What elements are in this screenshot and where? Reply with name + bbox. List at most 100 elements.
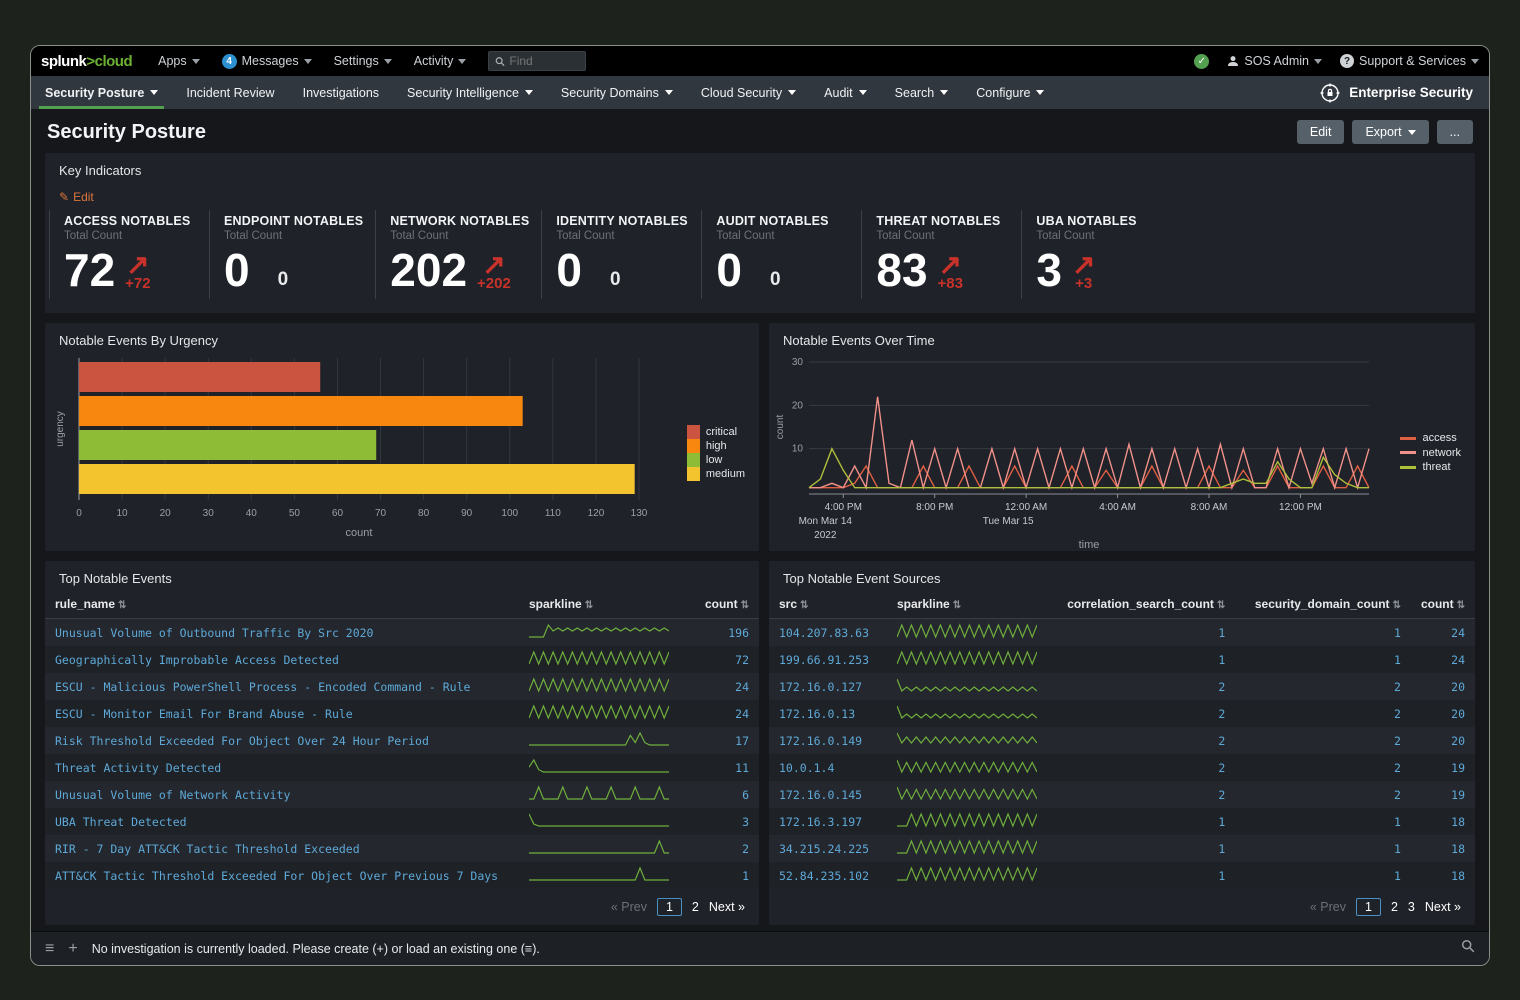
export-button[interactable]: Export <box>1352 120 1428 144</box>
nav-item-security-intelligence[interactable]: Security Intelligence <box>393 76 547 109</box>
table-row[interactable]: Unusual Volume of Network Activity6 <box>45 781 759 808</box>
page-3-button[interactable]: 3 <box>1408 900 1415 914</box>
page-1-button[interactable]: 1 <box>1356 898 1381 916</box>
table-row[interactable]: ESCU - Monitor Email For Brand Abuse - R… <box>45 700 759 727</box>
count-cell[interactable]: 20 <box>1411 727 1475 754</box>
src-link[interactable]: 10.0.1.4 <box>769 754 887 781</box>
table-row[interactable]: Geographically Improbable Access Detecte… <box>45 646 759 673</box>
settings-menu[interactable]: Settings <box>334 54 392 68</box>
kpi-access-notables[interactable]: ACCESS NOTABLESTotal Count72↗+72 <box>49 210 209 299</box>
legend-item-network[interactable]: network <box>1400 446 1461 460</box>
count-cell[interactable]: 24 <box>689 673 759 700</box>
count-cell[interactable]: 17 <box>689 727 759 754</box>
count-cell[interactable]: 2 <box>1235 781 1411 808</box>
sort-icon[interactable]: ⇅ <box>1457 600 1465 611</box>
table-row[interactable]: ATT&CK Tactic Threshold Exceeded For Obj… <box>45 862 759 889</box>
table-row[interactable]: 52.84.235.1021118 <box>769 862 1475 889</box>
find-input[interactable] <box>509 54 579 68</box>
count-cell[interactable]: 1 <box>689 862 759 889</box>
count-cell[interactable]: 2 <box>689 835 759 862</box>
count-cell[interactable]: 2 <box>1047 727 1235 754</box>
count-cell[interactable]: 1 <box>1235 835 1411 862</box>
edit-button[interactable]: Edit <box>1297 120 1345 144</box>
support-menu[interactable]: ? Support & Services <box>1340 54 1479 68</box>
add-investigation-icon[interactable]: + <box>68 940 77 958</box>
count-cell[interactable]: 24 <box>689 700 759 727</box>
count-cell[interactable]: 1 <box>1047 862 1235 889</box>
count-cell[interactable]: 3 <box>689 808 759 835</box>
col-src[interactable]: src⇅ <box>769 590 887 619</box>
more-options-button[interactable]: ... <box>1437 120 1473 144</box>
count-cell[interactable]: 2 <box>1047 700 1235 727</box>
count-cell[interactable]: 2 <box>1235 727 1411 754</box>
count-cell[interactable]: 1 <box>1235 862 1411 889</box>
table-row[interactable]: 172.16.0.132220 <box>769 700 1475 727</box>
kpi-uba-notables[interactable]: UBA NOTABLESTotal Count3↗+3 <box>1021 210 1181 299</box>
nav-item-security-posture[interactable]: Security Posture <box>31 76 172 109</box>
prev-page-button[interactable]: « Prev <box>611 900 647 914</box>
table-row[interactable]: 172.16.0.1272220 <box>769 673 1475 700</box>
nav-item-incident-review[interactable]: Incident Review <box>172 76 288 109</box>
col-count[interactable]: count⇅ <box>1411 590 1475 619</box>
rule-name-link[interactable]: Threat Activity Detected <box>45 754 519 781</box>
count-cell[interactable]: 11 <box>689 754 759 781</box>
sort-icon[interactable]: ⇅ <box>1393 600 1401 611</box>
rule-name-link[interactable]: ATT&CK Tactic Threshold Exceeded For Obj… <box>45 862 519 889</box>
count-cell[interactable]: 20 <box>1411 673 1475 700</box>
table-row[interactable]: 104.207.83.631124 <box>769 619 1475 647</box>
rule-name-link[interactable]: ESCU - Malicious PowerShell Process - En… <box>45 673 519 700</box>
nav-item-investigations[interactable]: Investigations <box>289 76 393 109</box>
count-cell[interactable]: 1 <box>1235 808 1411 835</box>
nav-item-configure[interactable]: Configure <box>962 76 1058 109</box>
legend-item-high[interactable]: high <box>687 439 745 453</box>
activity-menu[interactable]: Activity <box>414 54 467 68</box>
apps-menu[interactable]: Apps <box>158 54 200 68</box>
rule-name-link[interactable]: Unusual Volume of Outbound Traffic By Sr… <box>45 619 519 647</box>
src-link[interactable]: 199.66.91.253 <box>769 646 887 673</box>
table-row[interactable]: 172.16.3.1971118 <box>769 808 1475 835</box>
table-row[interactable]: UBA Threat Detected 3 <box>45 808 759 835</box>
page-2-button[interactable]: 2 <box>1391 900 1398 914</box>
count-cell[interactable]: 1 <box>1047 646 1235 673</box>
sort-icon[interactable]: ⇅ <box>800 600 808 611</box>
nav-item-cloud-security[interactable]: Cloud Security <box>687 76 810 109</box>
rule-name-link[interactable]: UBA Threat Detected <box>45 808 519 835</box>
sort-icon[interactable]: ⇅ <box>953 600 961 611</box>
legend-item-access[interactable]: access <box>1400 431 1461 445</box>
count-cell[interactable]: 18 <box>1411 808 1475 835</box>
col-count[interactable]: count⇅ <box>689 590 759 619</box>
messages-menu[interactable]: 4 Messages <box>222 54 312 69</box>
col-sparkline[interactable]: sparkline⇅ <box>519 590 689 619</box>
rule-name-link[interactable]: Risk Threshold Exceeded For Object Over … <box>45 727 519 754</box>
count-cell[interactable]: 1 <box>1235 646 1411 673</box>
next-page-button[interactable]: Next » <box>709 900 745 914</box>
overtime-line-chart[interactable]: 1020304:00 PMMon Mar 1420228:00 PM12:00 … <box>773 352 1413 552</box>
table-row[interactable]: Unusual Volume of Outbound Traffic By Sr… <box>45 619 759 647</box>
table-row[interactable]: 172.16.0.1452219 <box>769 781 1475 808</box>
count-cell[interactable]: 18 <box>1411 835 1475 862</box>
nav-item-security-domains[interactable]: Security Domains <box>547 76 687 109</box>
col-rule-name[interactable]: rule_name⇅ <box>45 590 519 619</box>
prev-page-button[interactable]: « Prev <box>1310 900 1346 914</box>
table-row[interactable]: 172.16.0.1492220 <box>769 727 1475 754</box>
table-row[interactable]: 10.0.1.42219 <box>769 754 1475 781</box>
table-row[interactable]: Threat Activity Detected 11 <box>45 754 759 781</box>
nav-item-audit[interactable]: Audit <box>810 76 881 109</box>
count-cell[interactable]: 24 <box>1411 646 1475 673</box>
col-correlation-search-count[interactable]: correlation_search_count⇅ <box>1047 590 1235 619</box>
col-security-domain-count[interactable]: security_domain_count⇅ <box>1235 590 1411 619</box>
src-link[interactable]: 34.215.24.225 <box>769 835 887 862</box>
kpi-threat-notables[interactable]: THREAT NOTABLESTotal Count83↗+83 <box>861 210 1021 299</box>
count-cell[interactable]: 1 <box>1047 808 1235 835</box>
rule-name-link[interactable]: Unusual Volume of Network Activity <box>45 781 519 808</box>
sort-icon[interactable]: ⇅ <box>585 600 593 611</box>
sort-icon[interactable]: ⇅ <box>118 600 126 611</box>
src-link[interactable]: 104.207.83.63 <box>769 619 887 647</box>
col-sparkline[interactable]: sparkline⇅ <box>887 590 1047 619</box>
key-indicators-edit-link[interactable]: ✎Edit <box>45 182 1475 206</box>
count-cell[interactable]: 1 <box>1047 619 1235 647</box>
count-cell[interactable]: 2 <box>1235 673 1411 700</box>
count-cell[interactable]: 18 <box>1411 862 1475 889</box>
count-cell[interactable]: 20 <box>1411 700 1475 727</box>
src-link[interactable]: 52.84.235.102 <box>769 862 887 889</box>
